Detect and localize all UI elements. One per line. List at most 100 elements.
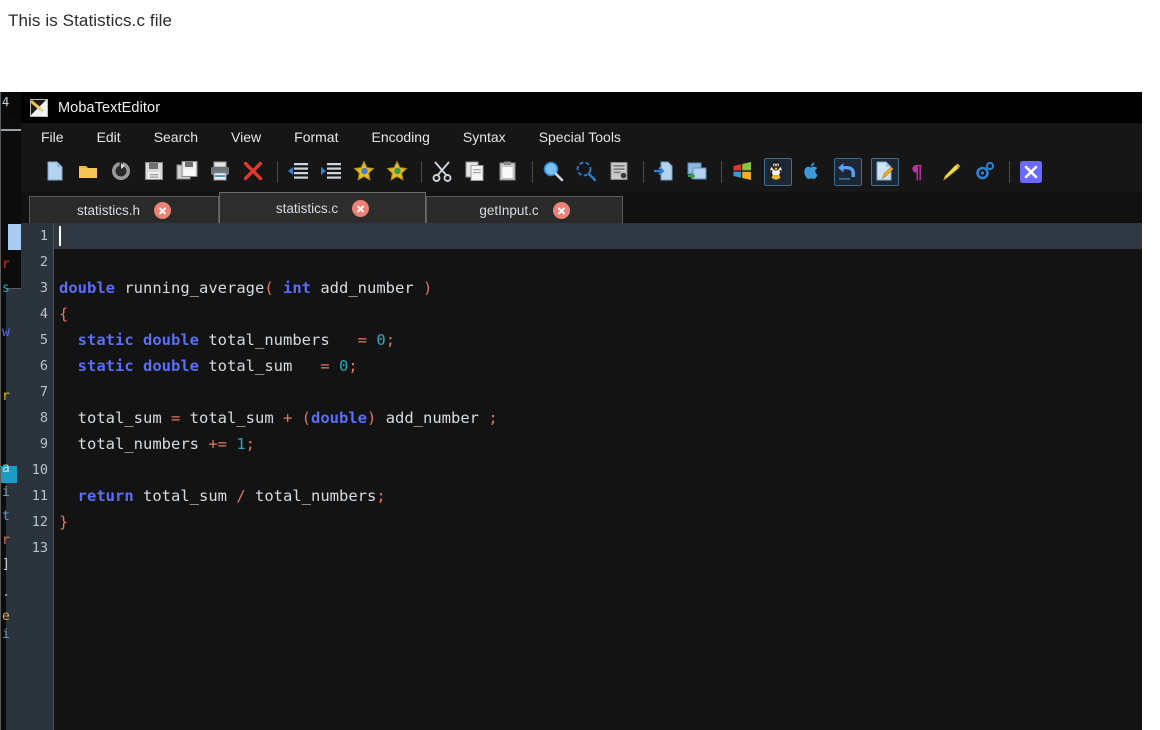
new-file-icon[interactable] (44, 160, 68, 184)
tab-statistics-c[interactable]: statistics.c (219, 192, 426, 223)
background-text-fragment: . (2, 585, 10, 600)
reload-icon[interactable] (110, 160, 134, 184)
settings-gears-icon[interactable] (974, 160, 998, 184)
background-text-fragment: ] (2, 557, 10, 572)
line-number: 12 (31, 514, 48, 530)
search-icon[interactable] (542, 160, 566, 184)
line-number: 7 (39, 384, 48, 400)
menu-item-view[interactable]: View (231, 129, 261, 145)
code-token: return (77, 487, 134, 505)
print-icon[interactable] (209, 160, 233, 184)
close-file-icon[interactable] (242, 160, 266, 184)
menu-item-syntax[interactable]: Syntax (463, 129, 506, 145)
title-bar: MobaTextEditor (21, 92, 1142, 123)
document-properties-icon[interactable] (608, 160, 632, 184)
close-window-icon[interactable] (1019, 160, 1043, 184)
background-text-fragment: r (2, 389, 10, 404)
paste-icon[interactable] (497, 160, 521, 184)
line-number: 10 (31, 462, 48, 478)
background-window-divider (0, 129, 22, 131)
code-token: ; (245, 435, 256, 453)
code-token: ( (301, 409, 312, 427)
save-icon[interactable] (143, 160, 167, 184)
background-text-fragment: a (2, 461, 10, 476)
toolbar-separator (1009, 160, 1010, 183)
background-window-titlebar: 4 (0, 92, 22, 118)
code-token: static (77, 357, 134, 375)
pilcrow-icon[interactable]: ¶ (908, 160, 932, 184)
tab-statistics-h[interactable]: statistics.h (29, 196, 219, 223)
code-token: total_numbers (245, 487, 377, 505)
window-icon[interactable] (686, 160, 710, 184)
indent-icon[interactable] (320, 160, 344, 184)
apple-logo-icon[interactable] (801, 160, 825, 184)
background-window-sliver[interactable]: 4 r s w r a i t r]. e i (0, 92, 22, 730)
background-text-fragment: e (2, 609, 10, 624)
code-token: int (283, 279, 311, 297)
code-token: ; (488, 409, 498, 427)
code-token: += (208, 435, 227, 453)
page-root: This is Statistics.c file 4 r s w r a i t r]. e i… (0, 0, 1160, 730)
bookmark-star-blue-icon[interactable] (353, 159, 377, 184)
code-editor[interactable]: 1 2 3 4 5 6 7 8 9 10 11 12 13 double running_average… (21, 223, 1142, 730)
code-line-12: } (54, 509, 1142, 535)
menu-item-encoding[interactable]: Encoding (371, 129, 429, 145)
cut-icon[interactable] (431, 160, 455, 184)
open-folder-icon[interactable] (77, 160, 101, 184)
toolbar-separator (532, 160, 533, 183)
menu-item-file[interactable]: File (41, 129, 64, 145)
close-tab-icon[interactable] (352, 199, 370, 217)
menu-item-search[interactable]: Search (154, 129, 198, 145)
menu-item-special-tools[interactable]: Special Tools (539, 129, 621, 145)
tab-label: getInput.c (479, 202, 539, 218)
close-tab-icon[interactable] (154, 201, 172, 219)
code-token: } (59, 513, 69, 531)
code-token: static (77, 331, 134, 349)
close-tab-icon[interactable] (552, 201, 570, 219)
mobatexteditor-window: MobaTextEditor File Edit Search View Format E… (21, 92, 1142, 730)
replace-icon[interactable] (575, 160, 599, 184)
code-token: ; (348, 357, 358, 375)
linux-penguin-icon[interactable] (764, 157, 792, 186)
code-token: total_numbers (59, 435, 209, 453)
outdent-icon[interactable] (287, 160, 311, 184)
menu-item-edit[interactable]: Edit (97, 129, 121, 145)
code-text-area[interactable]: double running_average( int add_number )… (54, 223, 1142, 730)
line-number: 1 (39, 228, 48, 244)
edit-document-icon[interactable] (871, 157, 899, 186)
background-text-fragment: t (2, 509, 10, 524)
background-window-number: 4 (2, 95, 10, 109)
toolbar-separator (721, 160, 722, 183)
windows-logo-icon[interactable] (731, 160, 755, 184)
line-number: 4 (39, 306, 48, 322)
text-cursor (59, 226, 61, 246)
code-line-4: { (54, 301, 1142, 327)
background-window-blue-block (8, 224, 22, 250)
toolbar-separator (277, 160, 278, 183)
save-as-icon[interactable] (176, 160, 200, 184)
toolbar-separator (643, 160, 644, 183)
code-token: add_number (311, 279, 423, 297)
tab-getInput-c[interactable]: getInput.c (426, 196, 623, 223)
line-number: 3 (39, 280, 48, 296)
undo-icon[interactable] (834, 157, 862, 186)
goto-line-icon[interactable] (653, 160, 677, 184)
highlighter-icon[interactable] (941, 160, 965, 184)
copy-icon[interactable] (464, 160, 488, 184)
line-number-gutter: 1 2 3 4 5 6 7 8 9 10 11 12 13 (21, 223, 54, 730)
code-token: ) (367, 409, 377, 427)
bookmark-star-green-icon[interactable] (386, 159, 410, 184)
code-token: total_numbers (199, 331, 358, 349)
code-token: / (236, 487, 246, 505)
menu-item-format[interactable]: Format (294, 129, 338, 145)
line-number: 5 (39, 332, 48, 348)
